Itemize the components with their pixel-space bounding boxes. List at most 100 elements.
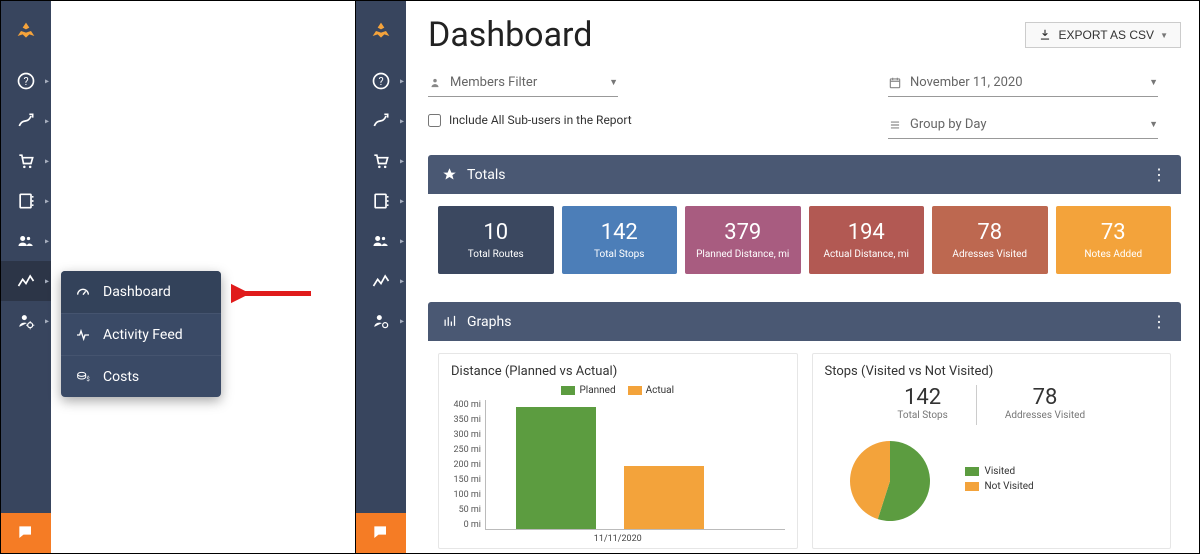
totals-card-value: 379 — [689, 220, 797, 245]
addressbook-icon — [16, 191, 36, 211]
flyout-dashboard[interactable]: Dashboard — [61, 271, 221, 313]
help-icon: ? — [16, 71, 36, 91]
nav-help[interactable]: ?▸ — [1, 61, 51, 101]
sidebar-left: ?▸ ▸ ▸ ▸ ▸ ▸ ▸ — [1, 1, 51, 553]
date-value: November 11, 2020 — [910, 75, 1023, 90]
analytics-flyout: Dashboard Activity Feed $ Costs — [61, 271, 221, 397]
team-icon — [371, 231, 391, 251]
routes-logo-icon — [16, 21, 36, 41]
totals-card: 10 Total Routes — [438, 206, 554, 274]
nav-addressbook[interactable]: ▸ — [1, 181, 51, 221]
star-icon — [442, 167, 457, 182]
include-subusers-row[interactable]: Include All Sub-users in the Report — [428, 113, 848, 127]
nav-team[interactable]: ▸ — [356, 221, 406, 261]
totals-card-value: 142 — [566, 220, 674, 245]
totals-card-label: Total Routes — [442, 249, 550, 260]
nav-orders[interactable]: ▸ — [356, 141, 406, 181]
totals-card: 78 Adresses Visited — [932, 206, 1048, 274]
distance-chart: Distance (Planned vs Actual) PlannedActu… — [438, 353, 798, 549]
graphs-more-button[interactable]: ⋮ — [1151, 312, 1167, 331]
routes-icon — [371, 111, 391, 131]
export-label: EXPORT AS CSV — [1058, 28, 1154, 42]
nav-team[interactable]: ▸ — [1, 221, 51, 261]
stops-chart-title: Stops (Visited vs Not Visited) — [825, 364, 1159, 379]
gauge-icon — [75, 284, 91, 300]
routes-icon — [16, 111, 36, 131]
stops-pie — [825, 431, 955, 531]
totals-card-label: Planned Distance, mi — [689, 249, 797, 260]
nav-routes[interactable]: ▸ — [1, 101, 51, 141]
nav-addressbook[interactable]: ▸ — [356, 181, 406, 221]
totals-card: 142Total Stops — [562, 206, 678, 274]
svg-text:?: ? — [378, 75, 383, 88]
include-subusers-checkbox[interactable] — [428, 114, 441, 127]
nav-analytics[interactable]: ▸ — [356, 261, 406, 301]
bar-chart-icon — [442, 314, 457, 329]
flyout-label: Costs — [103, 369, 139, 385]
chat-button[interactable] — [356, 513, 406, 553]
distance-chart-yaxis: 0 mi50 mi100 mi150 mi200 mi250 mi300 mi3… — [451, 400, 485, 530]
chat-icon — [16, 523, 36, 543]
nav-analytics[interactable]: ▸ — [1, 261, 51, 301]
chat-button[interactable] — [1, 513, 51, 553]
coins-icon: $ — [75, 369, 91, 385]
download-icon — [1038, 28, 1052, 42]
totals-card-label: Actual Distance, mi — [813, 249, 921, 260]
main-content: Dashboard EXPORT AS CSV ▼ Members Filter… — [406, 1, 1199, 553]
flyout-costs[interactable]: $ Costs — [61, 355, 221, 397]
stops-visited-label: Addresses Visited — [1005, 410, 1085, 421]
user-gear-icon — [371, 311, 391, 331]
totals-card-label: Notes Added — [1060, 249, 1168, 260]
logo — [356, 1, 406, 61]
stops-pie-legend: VisitedNot Visited — [965, 466, 1034, 496]
flyout-label: Activity Feed — [103, 327, 183, 343]
date-picker[interactable]: November 11, 2020 ▼ — [888, 69, 1158, 97]
group-by-select[interactable]: Group by Day ▼ — [888, 111, 1158, 139]
distance-chart-xlabel: 11/11/2020 — [451, 534, 785, 544]
addressbook-icon — [371, 191, 391, 211]
totals-more-button[interactable]: ⋮ — [1151, 165, 1167, 184]
chat-icon — [371, 523, 391, 543]
help-icon: ? — [371, 71, 391, 91]
nav-orders[interactable]: ▸ — [1, 141, 51, 181]
user-gear-icon — [16, 311, 36, 331]
totals-card-value: 78 — [936, 220, 1044, 245]
left-panel: ?▸ ▸ ▸ ▸ ▸ ▸ ▸ Dashboard Activity Feed $… — [1, 1, 356, 553]
distance-chart-title: Distance (Planned vs Actual) — [451, 364, 785, 379]
totals-card-value: 10 — [442, 220, 550, 245]
calendar-icon — [888, 76, 902, 90]
export-csv-button[interactable]: EXPORT AS CSV ▼ — [1025, 22, 1181, 48]
right-panel: ?▸ ▸ ▸ ▸ ▸ ▸ ▸ Dashboard EXPORT AS CSV ▼ — [356, 1, 1199, 553]
totals-card-label: Adresses Visited — [936, 249, 1044, 260]
svg-text:?: ? — [23, 75, 28, 88]
group-value: Group by Day — [910, 117, 987, 132]
totals-card: 379 Planned Distance, mi — [685, 206, 801, 274]
person-icon — [428, 76, 442, 90]
graphs-header-label: Graphs — [467, 314, 511, 330]
stops-total-value: 142 — [897, 385, 947, 410]
nav-settings[interactable]: ▸ — [1, 301, 51, 341]
nav-settings[interactable]: ▸ — [356, 301, 406, 341]
page-title: Dashboard — [428, 15, 592, 55]
nav-help[interactable]: ?▸ — [356, 61, 406, 101]
team-icon — [16, 231, 36, 251]
cart-icon — [371, 151, 391, 171]
analytics-icon — [371, 271, 391, 291]
members-filter-label: Members Filter — [450, 75, 537, 90]
stops-chart: Stops (Visited vs Not Visited) 142Total … — [812, 353, 1172, 549]
pulse-icon — [75, 327, 91, 343]
analytics-icon — [16, 271, 36, 291]
stops-total-label: Total Stops — [897, 410, 947, 421]
flyout-activity-feed[interactable]: Activity Feed — [61, 313, 221, 355]
routes-logo-icon — [371, 21, 391, 41]
totals-card: 73 Notes Added — [1056, 206, 1172, 274]
graphs-panel: Graphs ⋮ Distance (Planned vs Actual) Pl… — [428, 302, 1181, 553]
members-filter[interactable]: Members Filter ▼ — [428, 69, 618, 97]
totals-card-value: 73 — [1060, 220, 1168, 245]
include-subusers-label: Include All Sub-users in the Report — [449, 113, 632, 127]
distance-chart-plot — [485, 400, 785, 530]
nav-routes[interactable]: ▸ — [356, 101, 406, 141]
flyout-label: Dashboard — [103, 284, 171, 300]
bar-planned — [516, 407, 596, 529]
sidebar-right: ?▸ ▸ ▸ ▸ ▸ ▸ ▸ — [356, 1, 406, 553]
